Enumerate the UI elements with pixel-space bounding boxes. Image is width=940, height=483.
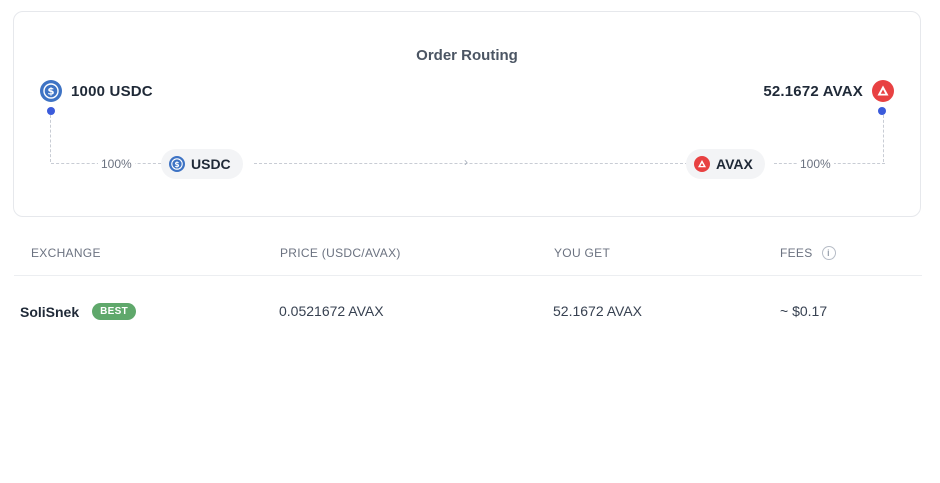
exchange-name: SoliSnek xyxy=(20,303,80,320)
header-you-get: YOU GET xyxy=(554,246,611,260)
route-start-dot xyxy=(47,107,55,115)
order-routing-card: Order Routing $ 1000 USDC 52.1672 AVAX 1… xyxy=(13,11,921,217)
route-hop-usdc-label: USDC xyxy=(191,156,231,172)
routing-title: Order Routing xyxy=(416,47,518,64)
fees-cell: ~ $0.17 xyxy=(780,303,828,319)
price-cell: 0.0521672 AVAX xyxy=(279,303,384,319)
from-token: $ 1000 USDC xyxy=(40,80,153,102)
avax-icon xyxy=(872,80,894,102)
route-end-dot xyxy=(878,107,886,115)
route-hop-usdc: $ USDC xyxy=(161,149,243,179)
exchange-cell: SoliSnek BEST xyxy=(20,303,137,320)
route-line-right-vertical xyxy=(883,115,884,162)
quotes-table: EXCHANGE PRICE (USDC/AVAX) YOU GET FEES … xyxy=(14,236,922,348)
header-price: PRICE (USDC/AVAX) xyxy=(280,246,401,260)
header-exchange: EXCHANGE xyxy=(31,246,101,260)
svg-text:$: $ xyxy=(48,87,55,98)
usdc-icon: $ xyxy=(40,80,62,102)
route-chevron-icon: › xyxy=(464,155,468,169)
usdc-icon: $ xyxy=(169,156,185,172)
svg-text:$: $ xyxy=(174,160,179,169)
header-fees-label: FEES xyxy=(780,246,813,260)
avax-icon xyxy=(694,156,710,172)
you-get-cell: 52.1672 AVAX xyxy=(553,303,642,319)
to-token: 52.1672 AVAX xyxy=(763,80,894,102)
from-amount: 1000 USDC xyxy=(71,82,153,100)
route-line-middle xyxy=(254,163,688,164)
table-header: EXCHANGE PRICE (USDC/AVAX) YOU GET FEES … xyxy=(14,236,922,276)
info-icon[interactable]: i xyxy=(821,246,836,260)
header-fees: FEES i xyxy=(780,246,836,260)
best-badge: BEST xyxy=(92,303,137,320)
to-amount: 52.1672 AVAX xyxy=(763,82,863,100)
route-right-percent: 100% xyxy=(797,157,834,171)
route-line-left-vertical xyxy=(50,115,51,162)
table-row[interactable]: SoliSnek BEST 0.0521672 AVAX 52.1672 AVA… xyxy=(14,276,922,348)
route-left-percent: 100% xyxy=(98,157,135,171)
route-hop-avax: AVAX xyxy=(686,149,765,179)
route-hop-avax-label: AVAX xyxy=(716,156,753,172)
